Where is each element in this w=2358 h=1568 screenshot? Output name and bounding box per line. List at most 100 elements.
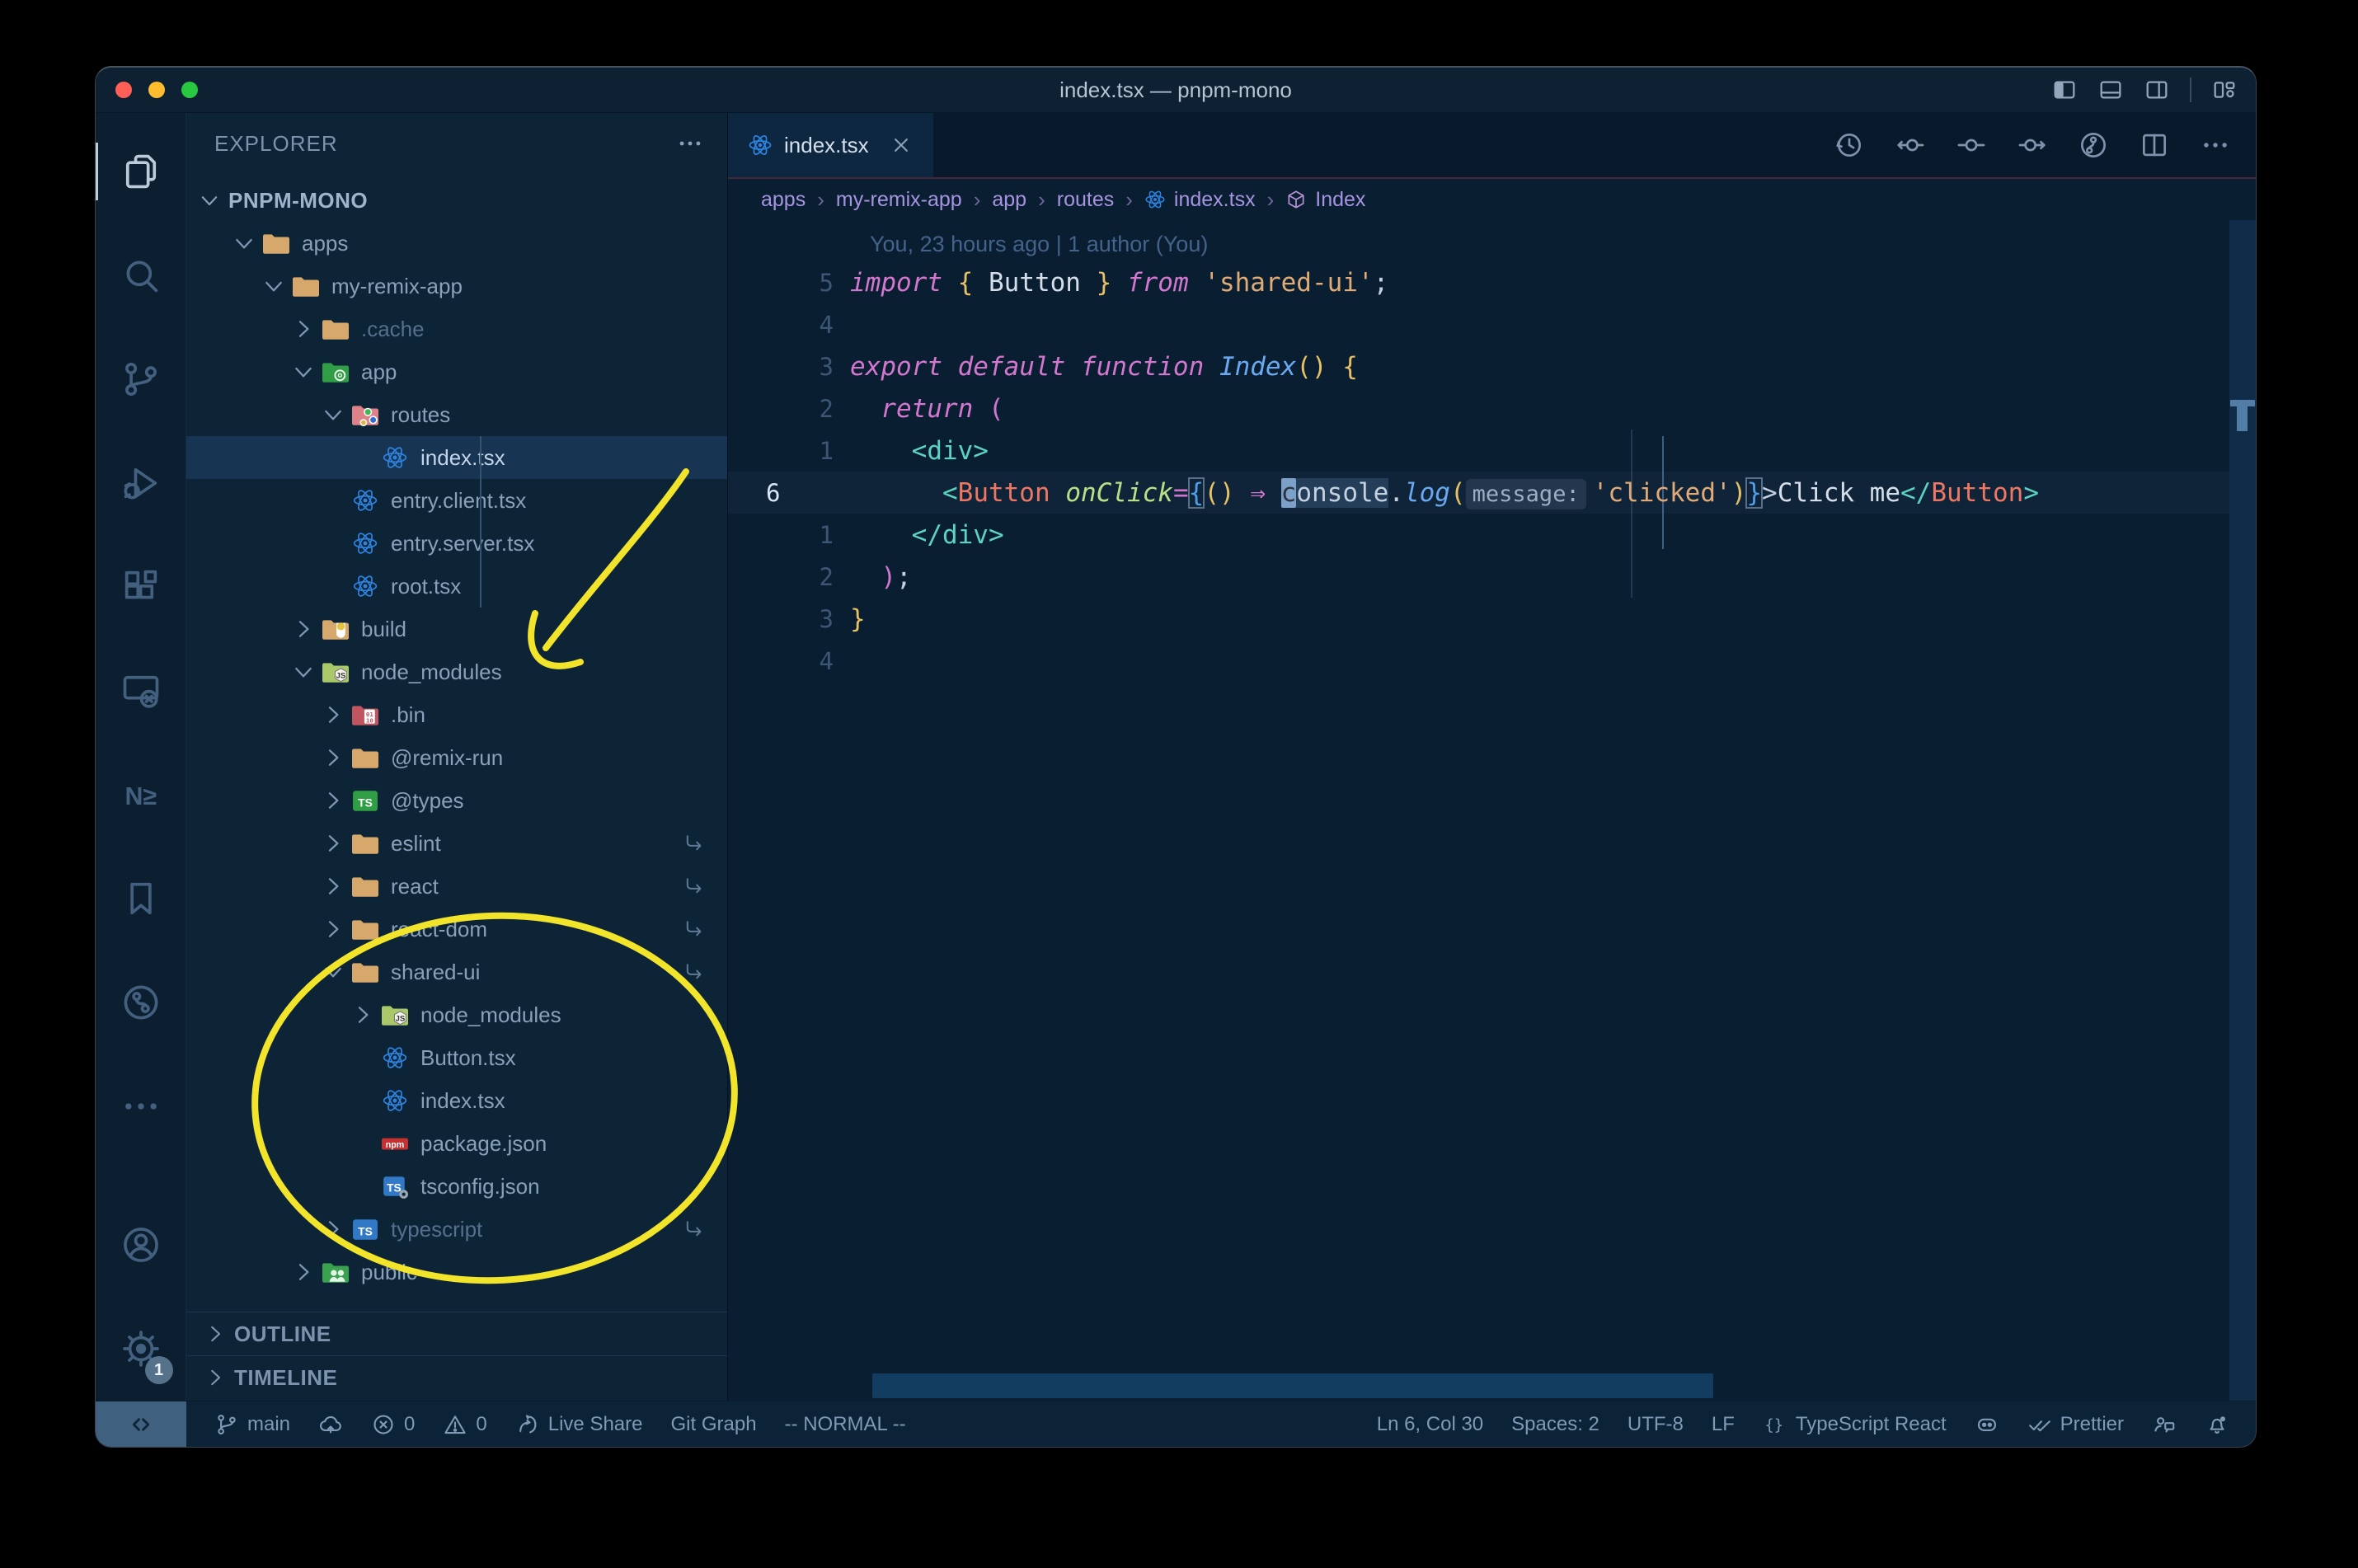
remote-explorer-activity-button[interactable]	[96, 639, 186, 743]
status-vim-mode[interactable]: -- NORMAL --	[785, 1413, 906, 1436]
status-git-graph[interactable]: Git Graph	[671, 1413, 757, 1436]
gitlens-graph-button[interactable]	[2078, 129, 2109, 161]
tree-item-node-modules[interactable]: JS node_modules	[186, 650, 727, 693]
chevron-right-icon[interactable]	[320, 787, 346, 814]
chevron-right-icon[interactable]	[320, 744, 346, 771]
tree-item-package-json[interactable]: npm package.json	[186, 1122, 727, 1165]
tree-item-index-tsx[interactable]: index.tsx	[186, 436, 727, 479]
project-section-header[interactable]: PNPM-MONO	[186, 179, 727, 222]
minimize-button[interactable]	[148, 82, 165, 98]
tree-item--cache[interactable]: .cache	[186, 307, 727, 350]
status-eol[interactable]: LF	[1712, 1413, 1735, 1436]
tab-index-tsx[interactable]: index.tsx	[728, 113, 933, 177]
outline-section[interactable]: OUTLINE	[186, 1312, 727, 1355]
status-publish[interactable]	[318, 1412, 343, 1437]
customize-layout-button[interactable]	[2211, 77, 2238, 103]
account-activity-button[interactable]	[96, 1193, 186, 1297]
breadcrumb-item-index[interactable]: Index	[1285, 188, 1365, 212]
tree-item--remix-run[interactable]: @remix-run	[186, 736, 727, 779]
breadcrumb-item-routes[interactable]: routes	[1057, 188, 1114, 212]
tree-item-apps[interactable]: apps	[186, 222, 727, 265]
tree-item-routes[interactable]: routes	[186, 393, 727, 436]
tree-item-node-modules[interactable]: JS node_modules	[186, 993, 727, 1036]
tree-item-tsconfig-json[interactable]: TS tsconfig.json	[186, 1165, 727, 1208]
source-control-activity-button[interactable]	[96, 327, 186, 431]
bookmarks-activity-button[interactable]	[96, 847, 186, 951]
chevron-right-icon[interactable]	[290, 316, 317, 342]
tree-item-entry-server-tsx[interactable]: entry.server.tsx	[186, 522, 727, 565]
chevron-right-icon[interactable]	[320, 830, 346, 857]
status-encoding[interactable]: UTF-8	[1628, 1413, 1684, 1436]
code-line[interactable]: 4	[728, 303, 2256, 345]
status-copilot[interactable]	[1975, 1412, 1999, 1437]
code-line[interactable]: 3}	[728, 598, 2256, 640]
toggle-panel-button[interactable]	[2097, 77, 2124, 103]
extensions-activity-button[interactable]	[96, 535, 186, 639]
gitlens-activity-button[interactable]	[96, 951, 186, 1054]
gitlens-change-button[interactable]	[1956, 129, 1987, 161]
chevron-down-icon[interactable]	[290, 659, 317, 685]
split-editor-button[interactable]	[2139, 129, 2170, 161]
status-feedback[interactable]	[2152, 1412, 2177, 1437]
chevron-down-icon[interactable]	[320, 401, 346, 428]
breadcrumb-item-my-remix-app[interactable]: my-remix-app	[836, 188, 962, 212]
tree-item-entry-client-tsx[interactable]: entry.client.tsx	[186, 479, 727, 522]
toggle-secondary-sidebar-button[interactable]	[2144, 77, 2170, 103]
tree-item-my-remix-app[interactable]: my-remix-app	[186, 265, 727, 307]
gitlens-next-change-button[interactable]	[2017, 129, 2048, 161]
status-prettier[interactable]: Prettier	[2027, 1412, 2124, 1437]
chevron-right-icon[interactable]	[290, 616, 317, 642]
chevron-down-icon[interactable]	[320, 959, 346, 985]
more-actions-button[interactable]	[2200, 129, 2231, 161]
timeline-section[interactable]: TIMELINE	[186, 1355, 727, 1399]
status-language-mode[interactable]: {} TypeScript React	[1763, 1412, 1946, 1437]
search-activity-button[interactable]	[96, 223, 186, 327]
close-button[interactable]	[115, 82, 132, 98]
vertical-scrollbar[interactable]	[2229, 220, 2256, 1401]
tree-item--types[interactable]: TS @types	[186, 779, 727, 822]
chevron-right-icon[interactable]	[320, 873, 346, 899]
explorer-more-actions-icon[interactable]	[676, 129, 704, 157]
close-icon[interactable]	[889, 133, 914, 157]
tree-item-eslint[interactable]: eslint	[186, 822, 727, 865]
tree-item-root-tsx[interactable]: root.tsx	[186, 565, 727, 608]
nx-console-activity-button[interactable]: N≥	[96, 743, 186, 847]
code-line[interactable]: 1 </div>	[728, 514, 2256, 556]
settings-gear-activity-button[interactable]: 1	[96, 1297, 186, 1401]
tree-item-react[interactable]: react	[186, 865, 727, 908]
files-activity-button[interactable]	[96, 120, 186, 223]
chevron-right-icon[interactable]	[320, 1216, 346, 1242]
code-line[interactable]: 5 import { Button } from 'shared-ui';	[728, 261, 2256, 303]
tree-item-build[interactable]: build	[186, 608, 727, 650]
code-line[interactable]: 1 <div>	[728, 430, 2256, 472]
more-actions-activity-button[interactable]	[96, 1054, 186, 1158]
toggle-primary-sidebar-button[interactable]	[2051, 77, 2078, 103]
status-notifications[interactable]	[2205, 1412, 2229, 1437]
horizontal-scrollbar[interactable]	[872, 1373, 1713, 1398]
chevron-right-icon[interactable]	[320, 916, 346, 942]
code-editor[interactable]: You, 23 hours ago | 1 author (You) 5 impo…	[728, 220, 2256, 1401]
chevron-right-icon[interactable]	[350, 1002, 376, 1028]
tree-item-app[interactable]: app	[186, 350, 727, 393]
chevron-right-icon[interactable]	[290, 1259, 317, 1285]
status-cursor-position[interactable]: Ln 6, Col 30	[1377, 1413, 1483, 1436]
code-line[interactable]: 2 return (	[728, 387, 2256, 430]
tree-item-react-dom[interactable]: react-dom	[186, 908, 727, 951]
tree-item-button-tsx[interactable]: Button.tsx	[186, 1036, 727, 1079]
tree-item-typescript[interactable]: TS typescript	[186, 1208, 727, 1251]
status-indentation[interactable]: Spaces: 2	[1511, 1413, 1599, 1436]
gitlens-prev-change-button[interactable]	[1895, 129, 1926, 161]
breadcrumb-item-apps[interactable]: apps	[761, 188, 806, 212]
chevron-down-icon[interactable]	[231, 230, 257, 256]
breadcrumb-item-app[interactable]: app	[992, 188, 1026, 212]
tree-item-shared-ui[interactable]: shared-ui	[186, 951, 727, 993]
tree-item-index-tsx[interactable]: index.tsx	[186, 1079, 727, 1122]
code-line[interactable]: 6 <Button onClick={() ⇒ console.log(mess…	[728, 472, 2256, 514]
chevron-right-icon[interactable]	[320, 702, 346, 728]
timeline-history-button[interactable]	[1834, 129, 1865, 161]
run-debug-activity-button[interactable]	[96, 431, 186, 535]
breadcrumb-item-index-tsx[interactable]: index.tsx	[1144, 188, 1256, 212]
chevron-down-icon[interactable]	[261, 273, 287, 299]
status-warnings[interactable]: 0	[443, 1412, 487, 1437]
chevron-down-icon[interactable]	[290, 359, 317, 385]
